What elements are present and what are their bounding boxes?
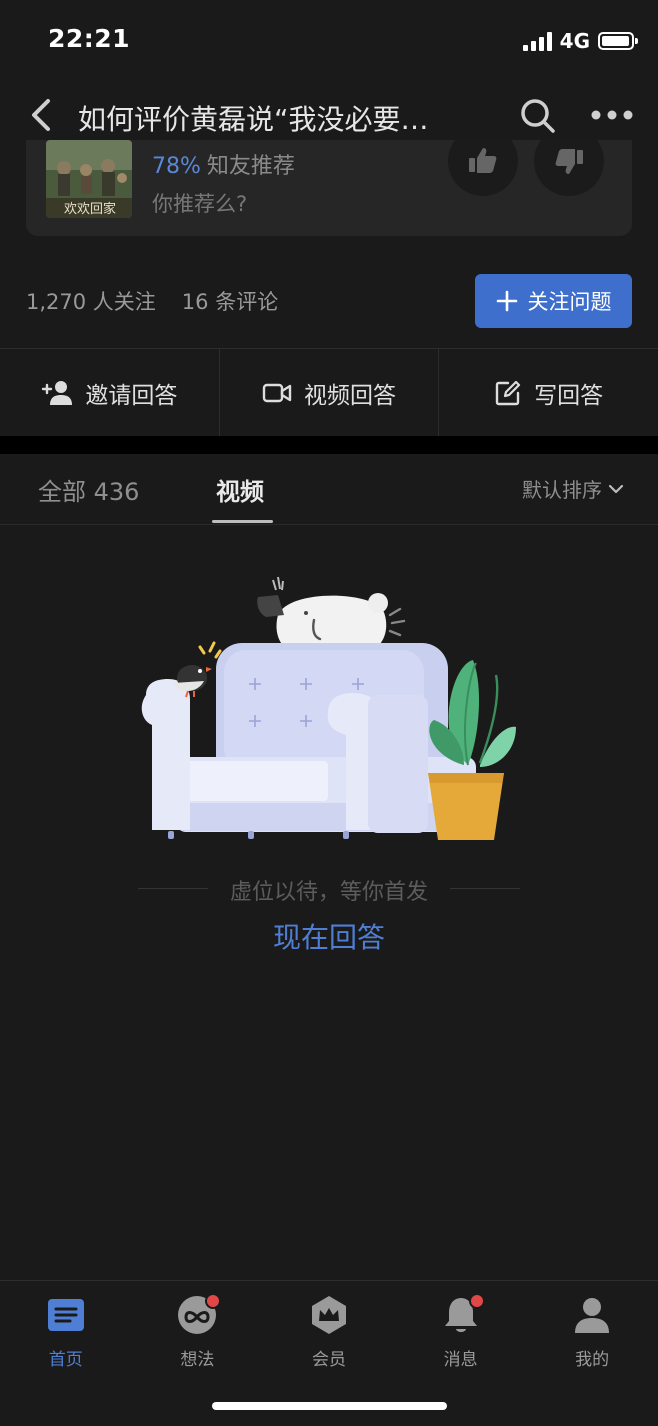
thumbs-up-icon: [469, 148, 497, 173]
bird-illustration: [173, 641, 222, 698]
vip-crown-icon: [309, 1295, 349, 1335]
answer-tab-bar: 全部 436 视频 默认排序: [0, 454, 658, 525]
thumbs-down-icon: [555, 149, 583, 174]
invite-answer-label: 邀请回答: [85, 383, 178, 409]
invite-answer-button[interactable]: 邀请回答: [0, 349, 220, 437]
tab-home[interactable]: 首页: [0, 1281, 132, 1426]
tab-ideas-label: 想法: [180, 1350, 215, 1370]
empty-state-text: 虚位以待，等你首发: [229, 880, 428, 905]
recommend-question: 你推荐么?: [152, 192, 248, 216]
tab-all[interactable]: 全部 436: [38, 472, 139, 507]
active-tab-indicator: [212, 520, 273, 523]
thumbs-down-button[interactable]: [534, 140, 604, 196]
edit-icon: [495, 380, 521, 406]
recommend-card: 欢欢回家 78% 知友推荐 你推荐么?: [26, 140, 632, 236]
recommend-percent-label: 知友推荐: [206, 154, 295, 179]
home-icon: [46, 1295, 86, 1335]
tab-home-label: 首页: [48, 1350, 83, 1370]
network-label: 4G: [559, 29, 590, 53]
thumbs-up-button[interactable]: [448, 140, 518, 196]
comment-count[interactable]: 16 条评论: [182, 290, 278, 314]
sort-dropdown[interactable]: 默认排序: [522, 474, 624, 503]
battery-icon: [598, 32, 638, 50]
recommend-percent-row: 78% 知友推荐: [152, 148, 295, 180]
video-camera-icon: [262, 383, 292, 403]
status-time: 22:21: [48, 24, 131, 53]
follower-count[interactable]: 1,270 人关注: [26, 290, 156, 314]
tab-vip-label: 会员: [311, 1350, 346, 1370]
profile-icon: [572, 1295, 612, 1335]
section-divider: [0, 436, 658, 454]
question-title[interactable]: 如何评价黄磊说“我没必要…: [78, 98, 470, 138]
messages-badge: [468, 1293, 485, 1309]
more-icon[interactable]: [590, 100, 634, 130]
empty-sofa-illustration: [128, 575, 528, 850]
home-indicator[interactable]: [212, 1402, 447, 1410]
video-answer-button[interactable]: 视频回答: [220, 349, 440, 437]
follow-question-button[interactable]: 关注问题: [475, 274, 632, 328]
video-answer-label: 视频回答: [304, 383, 396, 409]
thumbnail-caption: 欢欢回家: [64, 202, 117, 217]
chevron-down-icon: [608, 484, 624, 493]
bell-icon: [441, 1293, 485, 1335]
recommend-percent: 78%: [152, 154, 201, 179]
write-answer-label: 写回答: [534, 383, 604, 409]
follow-question-label: 关注问题: [527, 290, 612, 314]
question-stats: 1,270 人关注 16 条评论: [26, 286, 278, 316]
answer-now-link[interactable]: 现在回答: [0, 916, 658, 956]
dog-illustration: [257, 576, 406, 651]
tab-video[interactable]: 视频: [216, 472, 264, 507]
movie-thumbnail[interactable]: 欢欢回家: [46, 140, 132, 218]
invite-user-icon: [42, 381, 73, 405]
tab-profile-label: 我的: [575, 1350, 610, 1370]
ideas-icon: [177, 1293, 222, 1335]
plus-icon: [496, 290, 517, 312]
ideas-badge: [205, 1293, 222, 1309]
write-answer-button[interactable]: 写回答: [439, 349, 658, 437]
answer-actions: 邀请回答 视频回答 写回答: [0, 348, 658, 437]
status-indicators: 4G: [522, 28, 638, 54]
signal-icon: [522, 31, 552, 51]
tab-profile[interactable]: 我的: [526, 1281, 658, 1426]
tab-messages-label: 消息: [443, 1350, 478, 1370]
sort-label: 默认排序: [522, 478, 602, 502]
back-icon[interactable]: [22, 95, 62, 135]
search-icon[interactable]: [518, 96, 558, 136]
